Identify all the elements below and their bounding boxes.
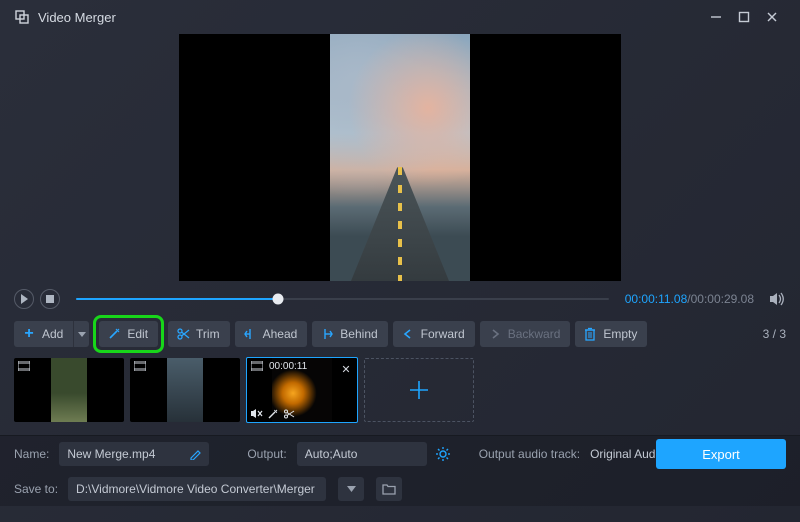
app-title: Video Merger [38, 10, 116, 25]
edit-highlight-marker: Edit [93, 315, 164, 353]
move-ahead-icon [243, 327, 257, 341]
saveto-label: Save to: [14, 482, 58, 496]
stop-button[interactable] [40, 289, 60, 309]
audio-track-value: Original Audio [590, 447, 665, 461]
scissors-icon [176, 327, 190, 341]
forward-button[interactable]: Forward [393, 321, 475, 347]
current-time: 00:00:11.08 [625, 292, 688, 306]
clip-thumbnail-selected[interactable]: 00:00:11 ✕ [246, 357, 358, 423]
magic-wand-icon [107, 327, 121, 341]
remove-clip-button[interactable]: ✕ [338, 361, 354, 377]
move-behind-icon [320, 327, 334, 341]
trim-label: Trim [196, 327, 220, 341]
output-settings: Name: New Merge.mp4 Output: Auto;Auto Ou… [0, 436, 800, 506]
ahead-button[interactable]: Ahead [235, 321, 308, 347]
add-label: Add [42, 327, 63, 341]
playback-progress[interactable] [76, 294, 609, 304]
pencil-icon[interactable] [189, 448, 201, 460]
backward-button: Backward [480, 321, 571, 347]
forward-label: Forward [421, 327, 465, 341]
video-preview[interactable] [179, 34, 621, 281]
title-bar: Video Merger [0, 0, 800, 34]
add-button[interactable]: + Add [14, 321, 73, 347]
film-icon [251, 361, 263, 371]
playback-controls: 00:00:11.08/00:00:29.08 [0, 281, 800, 315]
backward-icon [488, 328, 502, 340]
total-time: 00:00:29.08 [691, 292, 754, 306]
film-icon [134, 361, 146, 371]
minimize-button[interactable] [702, 6, 730, 28]
output-filename: New Merge.mp4 [67, 447, 155, 461]
empty-button[interactable]: Empty [575, 321, 647, 347]
play-button[interactable] [14, 289, 34, 309]
timecode-display: 00:00:11.08/00:00:29.08 [625, 292, 754, 306]
edit-icon[interactable] [267, 408, 279, 420]
edit-label: Edit [127, 327, 148, 341]
behind-button[interactable]: Behind [312, 321, 387, 347]
clip-counter: 3 / 3 [763, 327, 786, 341]
clip-strip: 00:00:11 ✕ [0, 357, 800, 435]
open-folder-button[interactable] [376, 477, 402, 501]
video-frame [330, 34, 470, 281]
saveto-input[interactable] [76, 482, 318, 496]
output-label: Output: [247, 447, 286, 461]
plus-icon: + [22, 325, 36, 343]
trim-icon[interactable] [283, 408, 295, 420]
clip-duration: 00:00:11 [269, 361, 307, 372]
output-format-value: Auto;Auto [305, 447, 358, 461]
edit-toolbar: + Add Edit Trim Ahead Behind [0, 315, 800, 357]
volume-icon[interactable] [770, 292, 786, 306]
audio-track-label: Output audio track: [479, 447, 580, 461]
gear-icon[interactable] [435, 446, 451, 462]
name-label: Name: [14, 447, 49, 461]
backward-label: Backward [508, 327, 561, 341]
edit-button[interactable]: Edit [99, 321, 158, 347]
forward-icon [401, 328, 415, 340]
behind-label: Behind [340, 327, 377, 341]
clip-thumbnail[interactable] [130, 358, 240, 422]
close-button[interactable] [758, 6, 786, 28]
saveto-dropdown[interactable] [338, 477, 364, 501]
film-icon [18, 361, 30, 371]
app-icon [14, 9, 30, 25]
trim-button[interactable]: Trim [168, 321, 230, 347]
empty-label: Empty [603, 327, 637, 341]
add-dropdown[interactable] [73, 321, 89, 347]
trash-icon [583, 327, 597, 341]
mute-icon[interactable] [251, 408, 263, 420]
ahead-label: Ahead [263, 327, 298, 341]
export-button[interactable]: Export [656, 439, 786, 469]
output-format-field[interactable]: Auto;Auto [297, 442, 427, 466]
saveto-field[interactable] [68, 477, 326, 501]
add-clip-placeholder[interactable] [364, 358, 474, 422]
maximize-button[interactable] [730, 6, 758, 28]
clip-thumbnail[interactable] [14, 358, 124, 422]
video-preview-area [0, 34, 800, 281]
name-field[interactable]: New Merge.mp4 [59, 442, 209, 466]
clip-mini-tools [251, 408, 295, 420]
